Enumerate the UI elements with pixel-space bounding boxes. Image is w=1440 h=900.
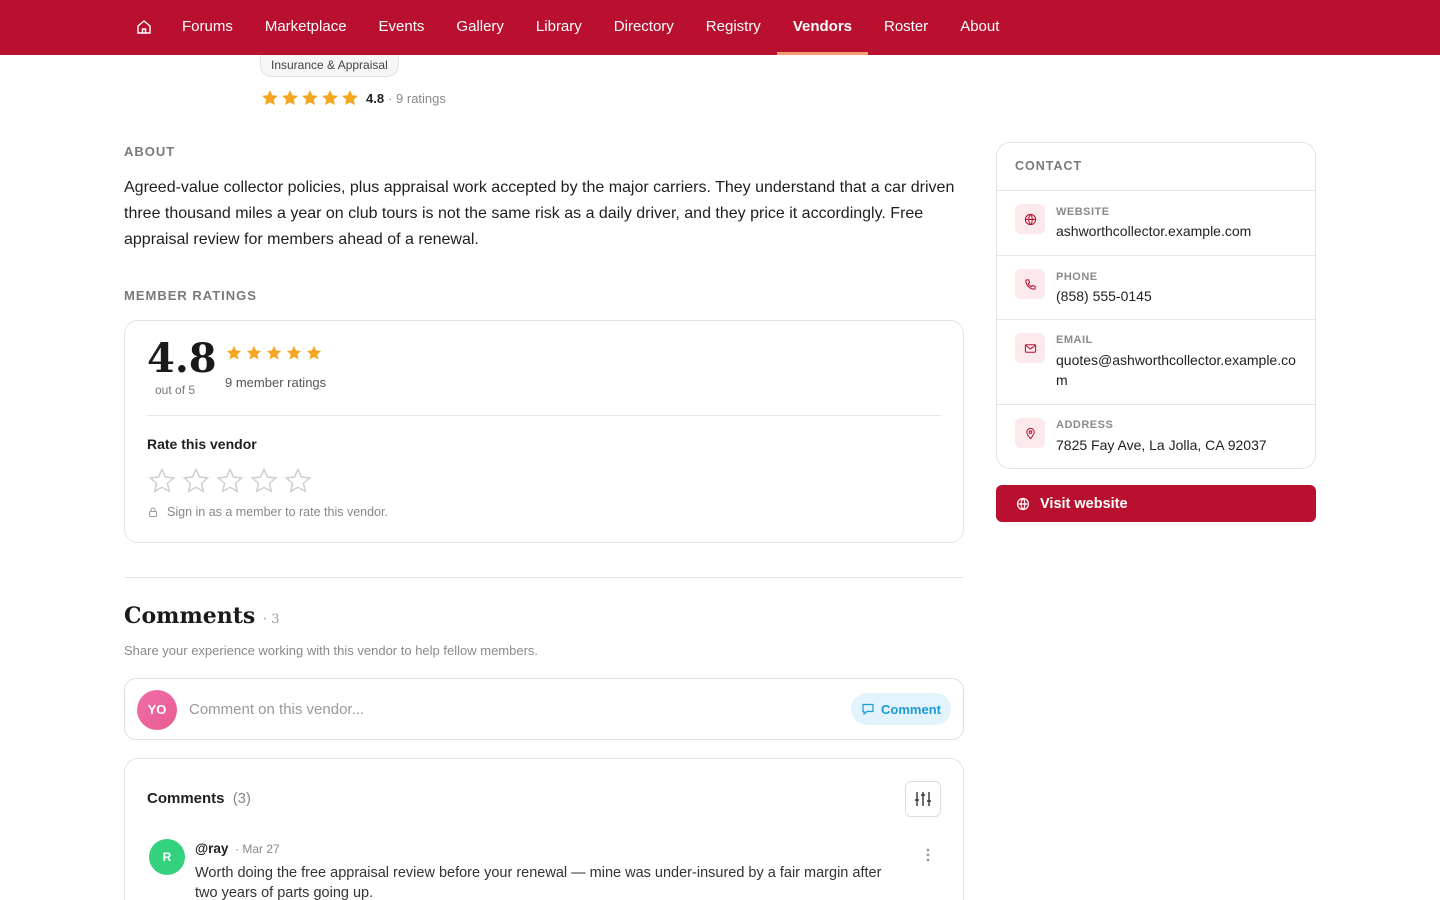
star-outline-icon[interactable] [181, 466, 211, 496]
comments-heading-count: · 3 [262, 612, 280, 627]
avatar: R [149, 839, 185, 875]
map-pin-icon [1015, 418, 1045, 448]
header-rating: 4.8 · 9 ratings [260, 88, 446, 108]
star-outline-icon[interactable] [249, 466, 279, 496]
comments-heading: Comments · 3 [124, 603, 280, 629]
mail-icon [1015, 333, 1045, 363]
nav-item-roster[interactable]: Roster [868, 0, 944, 55]
contact-website-value[interactable]: ashworthcollector.example.com [1056, 221, 1301, 241]
header-stars [260, 88, 360, 108]
star-icon [266, 345, 282, 360]
nav-item-about[interactable]: About [944, 0, 1015, 55]
top-nav: Forums Marketplace Events Gallery Librar… [0, 0, 1440, 55]
comments-subtitle: Share your experience working with this … [124, 643, 539, 658]
more-vertical-icon[interactable] [925, 847, 931, 863]
comments-list-count: (3) [232, 790, 252, 807]
comment-composer: YO Comment [124, 678, 964, 740]
nav-item-gallery[interactable]: Gallery [440, 0, 520, 55]
member-ratings-label: MEMBER RATINGS [124, 288, 257, 303]
about-label: ABOUT [124, 144, 176, 159]
contact-row-phone: PHONE (858) 555-0145 [997, 255, 1315, 319]
star-outline-icon[interactable] [283, 466, 313, 496]
comment-author[interactable]: @ray [195, 841, 228, 856]
home-icon[interactable] [134, 17, 154, 37]
section-divider [124, 577, 964, 578]
signin-note: Sign in as a member to rate this vendor. [147, 505, 388, 519]
star-outline-icon[interactable] [215, 466, 245, 496]
rating-stars [225, 344, 325, 362]
contact-label: WEBSITE [1056, 206, 1110, 218]
comment-input[interactable] [189, 695, 789, 723]
comment-date: · Mar 27 [235, 842, 280, 856]
contact-card: CONTACT WEBSITE ashworthcollector.exampl… [996, 142, 1316, 469]
star-icon [262, 90, 278, 106]
sliders-icon [915, 792, 931, 806]
nav-item-library[interactable]: Library [520, 0, 598, 55]
header-rating-score: 4.8 [366, 90, 385, 106]
star-icon [226, 345, 242, 360]
rate-vendor-title: Rate this vendor [147, 436, 257, 452]
nav-item-directory[interactable]: Directory [598, 0, 690, 55]
nav-item-registry[interactable]: Registry [690, 0, 777, 55]
avatar: YO [137, 690, 177, 730]
globe-icon [1015, 204, 1045, 234]
nav-items: Forums Marketplace Events Gallery Librar… [166, 0, 1015, 55]
contact-address-value: 7825 Fay Ave, La Jolla, CA 92037 [1056, 437, 1267, 453]
star-icon [306, 345, 322, 360]
contact-email-value[interactable]: quotes@ashworthcollector.example.com [1056, 350, 1301, 390]
phone-icon [1015, 269, 1045, 299]
nav-item-vendors[interactable]: Vendors [776, 0, 869, 55]
divider [147, 415, 941, 416]
nav-item-events[interactable]: Events [363, 0, 441, 55]
star-outline-icon[interactable] [147, 466, 177, 496]
globe-icon [1016, 497, 1030, 510]
comment-button-label: Comment [881, 701, 941, 717]
rating-big-score: 4.8 [147, 335, 217, 382]
comment-text: Worth doing the free appraisal review be… [195, 865, 882, 900]
nav-item-forums[interactable]: Forums [166, 0, 249, 55]
comments-list-card: Comments (3) R @ray · Mar 27 Worth doing… [124, 758, 964, 900]
lock-icon [149, 507, 157, 517]
comments-heading-text: Comments [124, 603, 256, 629]
star-icon [302, 90, 318, 106]
contact-label: PHONE [1056, 271, 1098, 283]
rate-stars-input [147, 466, 317, 496]
visit-website-label: Visit website [1040, 495, 1128, 512]
about-text: Agreed-value collector policies, plus ap… [124, 179, 955, 248]
contact-label: ADDRESS [1056, 419, 1114, 431]
sort-filter-button[interactable] [905, 781, 941, 817]
contact-label: EMAIL [1056, 334, 1093, 346]
member-ratings-count: 9 member ratings [225, 375, 327, 390]
chat-bubble-icon [862, 703, 874, 716]
comments-list-title-text: Comments [147, 790, 225, 807]
comment-submit-button[interactable]: Comment [851, 693, 951, 725]
star-icon [322, 90, 338, 106]
header-ratings-count: · 9 ratings [388, 90, 446, 106]
ratings-card: 4.8 out of 5 9 member ratings Rate this … [124, 320, 964, 543]
star-icon [342, 90, 358, 106]
contact-title: CONTACT [1015, 159, 1083, 173]
visit-website-button[interactable]: Visit website [996, 485, 1316, 522]
star-icon [246, 345, 262, 360]
star-icon [286, 345, 302, 360]
category-badge: Insurance & Appraisal [260, 55, 399, 77]
contact-phone-value[interactable]: (858) 555-0145 [1056, 286, 1301, 306]
star-icon [282, 90, 298, 106]
rating-out-of: out of 5 [155, 383, 196, 397]
nav-item-marketplace[interactable]: Marketplace [249, 0, 363, 55]
comments-list-title: Comments (3) [147, 790, 251, 807]
contact-row-address: ADDRESS 7825 Fay Ave, La Jolla, CA 92037 [997, 404, 1315, 468]
signin-note-text: Sign in as a member to rate this vendor. [167, 505, 388, 519]
contact-row-website: WEBSITE ashworthcollector.example.com [997, 190, 1315, 255]
contact-row-email: EMAIL quotes@ashworthcollector.example.c… [997, 319, 1315, 404]
